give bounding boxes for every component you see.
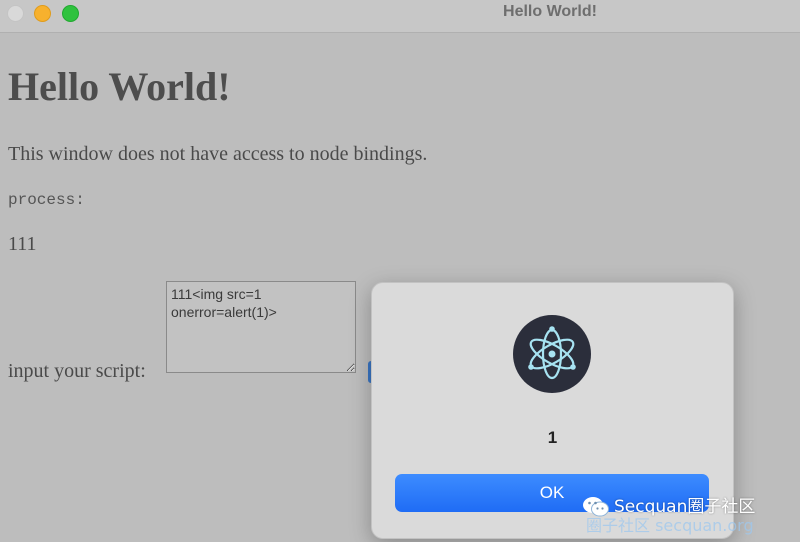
script-input[interactable] bbox=[166, 281, 356, 373]
page-heading: Hello World! bbox=[8, 64, 231, 109]
script-input-label: input your script: bbox=[8, 360, 146, 382]
process-label: process: bbox=[8, 191, 85, 209]
watermark-sub-text: 圈子社区 secquan.org bbox=[586, 516, 754, 535]
watermark: Secquan圈子社区 圈子社区 secquan.org bbox=[582, 490, 797, 538]
electron-atom-icon bbox=[513, 315, 591, 393]
window-title: Hello World! bbox=[503, 3, 597, 20]
page-description: This window does not have access to node… bbox=[8, 143, 428, 165]
window-titlebar: Hello World! bbox=[0, 0, 800, 33]
process-output: 111 bbox=[8, 233, 37, 255]
dialog-message: 1 bbox=[547, 428, 558, 447]
